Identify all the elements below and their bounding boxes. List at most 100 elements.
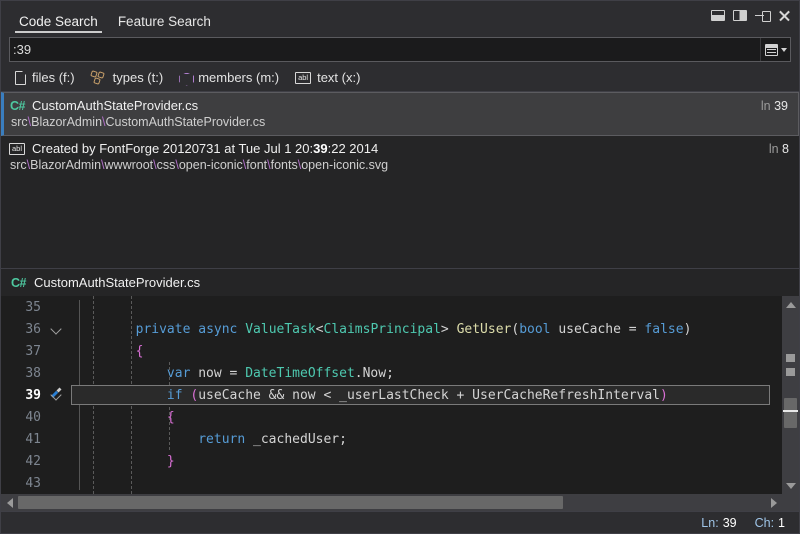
result-title-row: C# CustomAuthStateProvider.cs [10,98,790,113]
filter-text-label: text (x:) [317,70,360,85]
path-segment: open-iconic.svg [301,158,388,172]
code-token: var [167,366,190,381]
code-line[interactable]: 39 if (useCache && now < _userLastCheck … [1,384,782,406]
result-item[interactable]: C# CustomAuthStateProvider.cs src\Blazor… [1,92,799,136]
filter-row: files (f:) types (t:) members (m:) abl t… [1,65,799,91]
code-line[interactable]: 36 private async ValueTask<ClaimsPrincip… [1,318,782,340]
text-icon: abl [295,72,311,84]
tab-feature-search[interactable]: Feature Search [108,15,221,36]
code-text: { [69,344,782,359]
code-line[interactable]: 42 } [1,450,782,472]
status-line-label: Ln: [701,516,718,530]
preview-filename: CustomAuthStateProvider.cs [34,275,200,290]
fold-spacer [47,472,69,494]
vertical-split-button[interactable] [732,8,748,23]
chevron-down-icon [781,48,787,52]
search-box[interactable] [9,37,791,62]
line-number: 41 [1,432,47,447]
code-token [73,322,136,337]
chevron-down-icon [50,389,61,400]
code-token: > [441,322,457,337]
tab-code-search[interactable]: Code Search [9,15,108,36]
code-area[interactable]: 35 36 private async ValueTask<ClaimsPrinc… [1,296,782,494]
line-number: 35 [1,300,47,315]
chevron-down-icon [50,323,61,334]
hscroll-track[interactable] [18,494,765,511]
line-number: 38 [1,366,47,381]
code-token [73,344,136,359]
fold-spacer [47,340,69,362]
editor[interactable]: 35 36 private async ValueTask<ClaimsPrinc… [1,296,799,494]
status-line: Ln: 39 [701,516,736,530]
fold-spacer [47,406,69,428]
code-line[interactable]: 40 { [1,406,782,428]
scroll-thumb[interactable] [784,398,797,428]
code-token: now = [190,366,245,381]
filter-files[interactable]: files (f:) [15,70,75,85]
path-segment: src [10,158,27,172]
scroll-right-button[interactable] [765,494,782,511]
line-label: ln [761,99,771,113]
fold-toggle[interactable] [47,384,69,406]
result-title-after: :22 2014 [328,141,379,156]
scroll-left-button[interactable] [1,494,18,511]
search-history-button[interactable] [760,38,790,61]
code-line[interactable]: 41 return _cachedUser; [1,428,782,450]
code-token [73,388,167,403]
code-line[interactable]: 38 var now = DateTimeOffset.Now; [1,362,782,384]
path-segment: font [246,158,267,172]
tab-strip: Code Search Feature Search [1,1,221,35]
code-token: { [136,344,144,359]
chevron-left-icon [7,498,13,508]
line-number: 8 [782,142,789,156]
csharp-icon: C# [11,276,26,290]
result-title: Created by FontForge 20120731 at Tue Jul… [32,141,378,156]
close-button[interactable] [776,8,792,23]
filter-members[interactable]: members (m:) [179,70,279,85]
members-icon [179,71,192,85]
vertical-split-icon [733,10,747,21]
preview-header: C# CustomAuthStateProvider.cs [1,269,799,296]
code-text: var now = DateTimeOffset.Now; [69,366,782,381]
search-input[interactable] [10,38,760,61]
fold-toggle[interactable] [47,318,69,340]
filter-types[interactable]: types (t:) [91,70,164,85]
code-token [73,410,167,425]
filter-members-label: members (m:) [198,70,279,85]
fold-spacer [47,362,69,384]
code-token: .Now; [355,366,394,381]
filter-text[interactable]: abl text (x:) [295,70,360,85]
horizontal-split-button[interactable] [710,8,726,23]
result-item[interactable]: abl Created by FontForge 20120731 at Tue… [1,136,799,178]
scroll-down-button[interactable] [782,477,799,494]
code-token: < [316,322,324,337]
close-icon [778,9,791,22]
code-token: _cachedUser; [245,432,347,447]
code-token: private [136,322,191,337]
horizontal-scrollbar[interactable] [1,494,799,511]
result-title-match: 39 [313,141,327,156]
code-token: ) [684,322,692,337]
results-list[interactable]: C# CustomAuthStateProvider.cs src\Blazor… [1,91,799,268]
types-icon [91,71,107,85]
text-icon: abl [9,143,25,155]
file-icon [15,71,26,85]
code-line[interactable]: 37 { [1,340,782,362]
code-line[interactable]: 35 [1,296,782,318]
fold-spacer [47,450,69,472]
line-number: 39 [774,99,788,113]
filter-files-label: files (f:) [32,70,75,85]
code-token: if [167,388,183,403]
line-number: 42 [1,454,47,469]
code-line[interactable]: 43 [1,472,782,494]
scroll-marker [786,368,795,376]
vertical-scrollbar[interactable] [782,296,799,494]
code-token: } [167,454,175,469]
hscroll-thumb[interactable] [18,496,563,509]
pin-button[interactable] [754,8,770,23]
scroll-up-button[interactable] [782,296,799,313]
pin-icon [755,10,770,22]
result-title-row: abl Created by FontForge 20120731 at Tue… [9,141,791,156]
code-token: return [198,432,245,447]
line-number: 40 [1,410,47,425]
